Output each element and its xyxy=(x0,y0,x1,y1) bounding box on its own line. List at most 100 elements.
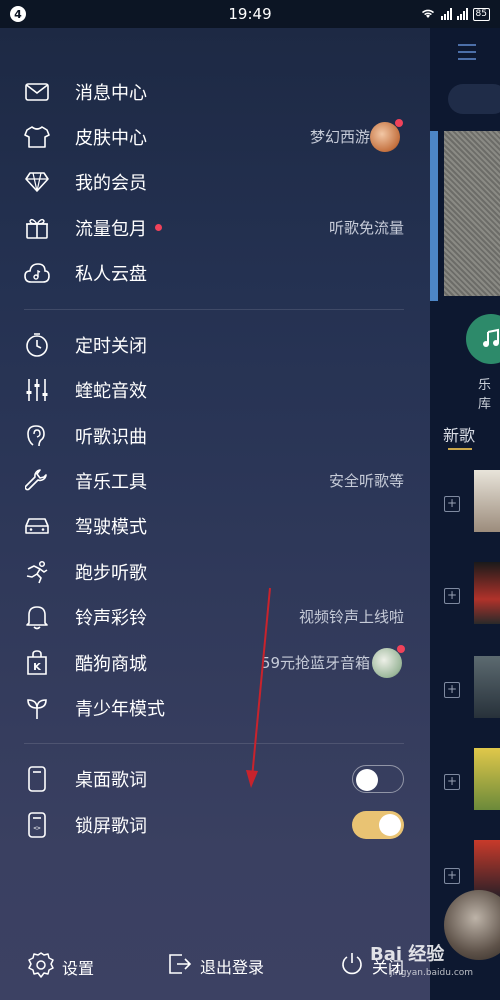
skin-avatar-icon xyxy=(370,119,403,152)
svg-text:<>: <> xyxy=(33,825,41,832)
wrench-icon xyxy=(24,468,50,494)
wifi-icon xyxy=(420,7,436,22)
menu-item-ringtone[interactable]: 铃声彩铃 视频铃声上线啦 xyxy=(0,594,430,639)
menu-item-label: 酷狗商城 xyxy=(75,653,147,675)
menu-item-label: 驾驶模式 xyxy=(75,516,147,538)
desktop-lyrics-toggle[interactable] xyxy=(352,765,404,793)
menu-item-label: 流量包月 xyxy=(75,215,162,241)
menu-item-running-music[interactable]: 跑步听歌 xyxy=(0,549,430,594)
menu-item-cloud-drive[interactable]: 私人云盘 xyxy=(0,250,430,295)
menu-item-skin-center[interactable]: 皮肤中心 梦幻西游 xyxy=(0,114,430,159)
menu-item-music-tools[interactable]: 音乐工具 安全听歌等 xyxy=(0,458,430,503)
menu-item-label: 听歌识曲 xyxy=(75,426,147,448)
now-playing-avatar[interactable] xyxy=(444,890,500,960)
song-cover[interactable] xyxy=(474,562,500,624)
menu-item-data-plan[interactable]: 流量包月 听歌免流量 xyxy=(0,205,430,250)
watermark-logo: Bai 经验 xyxy=(370,944,445,965)
signal-icon xyxy=(456,8,468,20)
song-cover[interactable] xyxy=(474,748,500,810)
side-drawer: 消息中心 皮肤中心 梦幻西游 我的会员 流量包月 听歌免流量 私人云盘 定时关闭 xyxy=(0,28,430,1000)
logout-button[interactable]: 退出登录 xyxy=(168,952,264,980)
mail-icon xyxy=(24,79,50,105)
menu-item-label: 铃声彩铃 xyxy=(75,607,147,629)
add-song-button[interactable]: + xyxy=(444,774,460,790)
menu-item-label: 皮肤中心 xyxy=(75,127,147,149)
search-bar[interactable] xyxy=(448,84,500,114)
banner-edge xyxy=(430,131,438,301)
signal-icon xyxy=(440,8,452,20)
banner-image[interactable] xyxy=(444,131,500,296)
menu-item-desktop-lyrics[interactable]: 桌面歌词 xyxy=(0,756,430,801)
gear-icon xyxy=(28,952,54,982)
lockscreen-lyrics-toggle[interactable] xyxy=(352,811,404,839)
menu-item-hint: 视频铃声上线啦 xyxy=(298,608,404,626)
logout-icon xyxy=(168,952,192,980)
menu-item-label: 私人云盘 xyxy=(75,263,147,285)
bell-icon xyxy=(24,604,50,630)
divider xyxy=(24,309,404,310)
menu-item-hint: 59元抢蓝牙音箱 xyxy=(260,654,370,672)
power-icon xyxy=(340,952,364,980)
equalizer-icon xyxy=(24,377,50,403)
shirt-icon xyxy=(24,124,50,150)
menu-item-teen-mode[interactable]: 青少年模式 xyxy=(0,685,430,730)
tab-underline xyxy=(448,448,472,450)
watermark-url: jingyan.baidu.com xyxy=(390,968,474,978)
running-icon xyxy=(24,559,50,585)
menu-item-hint: 听歌免流量 xyxy=(328,219,404,237)
menu-item-label: 我的会员 xyxy=(75,172,147,194)
gift-icon xyxy=(24,215,50,241)
music-library-icon[interactable] xyxy=(466,314,500,364)
menu-item-label: 消息中心 xyxy=(75,82,147,104)
notification-count-badge: 4 xyxy=(10,6,26,22)
menu-item-sound-effect[interactable]: 蝰蛇音效 xyxy=(0,367,430,412)
cloud-music-icon xyxy=(24,260,50,286)
add-song-button[interactable]: + xyxy=(444,496,460,512)
menu-item-label: 定时关闭 xyxy=(75,335,147,357)
hamburger-menu-icon[interactable] xyxy=(458,44,476,65)
menu-item-vip[interactable]: 我的会员 xyxy=(0,159,430,204)
menu-item-message-center[interactable]: 消息中心 xyxy=(0,69,430,114)
toggle-knob xyxy=(356,769,378,791)
menu-item-label: 蝰蛇音效 xyxy=(75,380,147,402)
toggle-knob xyxy=(379,814,401,836)
menu-item-kugou-shop[interactable]: K 酷狗商城 59元抢蓝牙音箱 xyxy=(0,640,430,685)
lockscreen-lyrics-icon: <> xyxy=(24,811,50,838)
car-icon xyxy=(24,513,50,539)
sprout-icon xyxy=(24,695,50,721)
menu-item-lockscreen-lyrics[interactable]: <> 锁屏歌词 xyxy=(0,802,430,847)
menu-item-label: 锁屏歌词 xyxy=(75,815,147,837)
background-main-screen: 乐库 新歌 + + + + + xyxy=(430,28,500,1000)
new-badge-dot xyxy=(155,224,162,231)
shop-bag-icon: K xyxy=(24,649,50,676)
menu-item-label: 跑步听歌 xyxy=(75,562,147,584)
diamond-icon xyxy=(24,169,50,195)
logout-label: 退出登录 xyxy=(200,958,265,977)
menu-item-song-recognition[interactable]: 听歌识曲 xyxy=(0,413,430,458)
music-library-label: 乐库 xyxy=(478,378,492,412)
settings-button[interactable]: 设置 xyxy=(28,952,94,982)
menu-item-label: 桌面歌词 xyxy=(75,769,147,791)
menu-item-hint: 梦幻西游 xyxy=(309,128,370,146)
menu-item-timer-close[interactable]: 定时关闭 xyxy=(0,322,430,367)
add-song-button[interactable]: + xyxy=(444,868,460,884)
menu-item-label: 青少年模式 xyxy=(75,698,165,720)
drawer-bottom-bar: 设置 退出登录 关闭 xyxy=(0,940,430,1000)
add-song-button[interactable]: + xyxy=(444,682,460,698)
headphone-badge-icon xyxy=(372,645,405,678)
divider xyxy=(24,743,404,744)
song-cover[interactable] xyxy=(474,656,500,718)
new-songs-tab[interactable]: 新歌 xyxy=(443,422,475,446)
add-song-button[interactable]: + xyxy=(444,588,460,604)
status-bar: 4 19:49 85 xyxy=(0,0,500,28)
song-cover[interactable] xyxy=(474,470,500,532)
battery-indicator: 85 xyxy=(472,7,490,21)
status-time: 19:49 xyxy=(228,5,272,23)
menu-item-label: 音乐工具 xyxy=(75,471,147,493)
settings-label: 设置 xyxy=(62,959,95,978)
menu-item-driving-mode[interactable]: 驾驶模式 xyxy=(0,503,430,548)
desktop-lyrics-icon xyxy=(24,765,50,792)
timer-icon xyxy=(24,332,50,358)
menu-item-hint: 安全听歌等 xyxy=(328,472,404,490)
song-recognition-icon xyxy=(24,423,50,449)
